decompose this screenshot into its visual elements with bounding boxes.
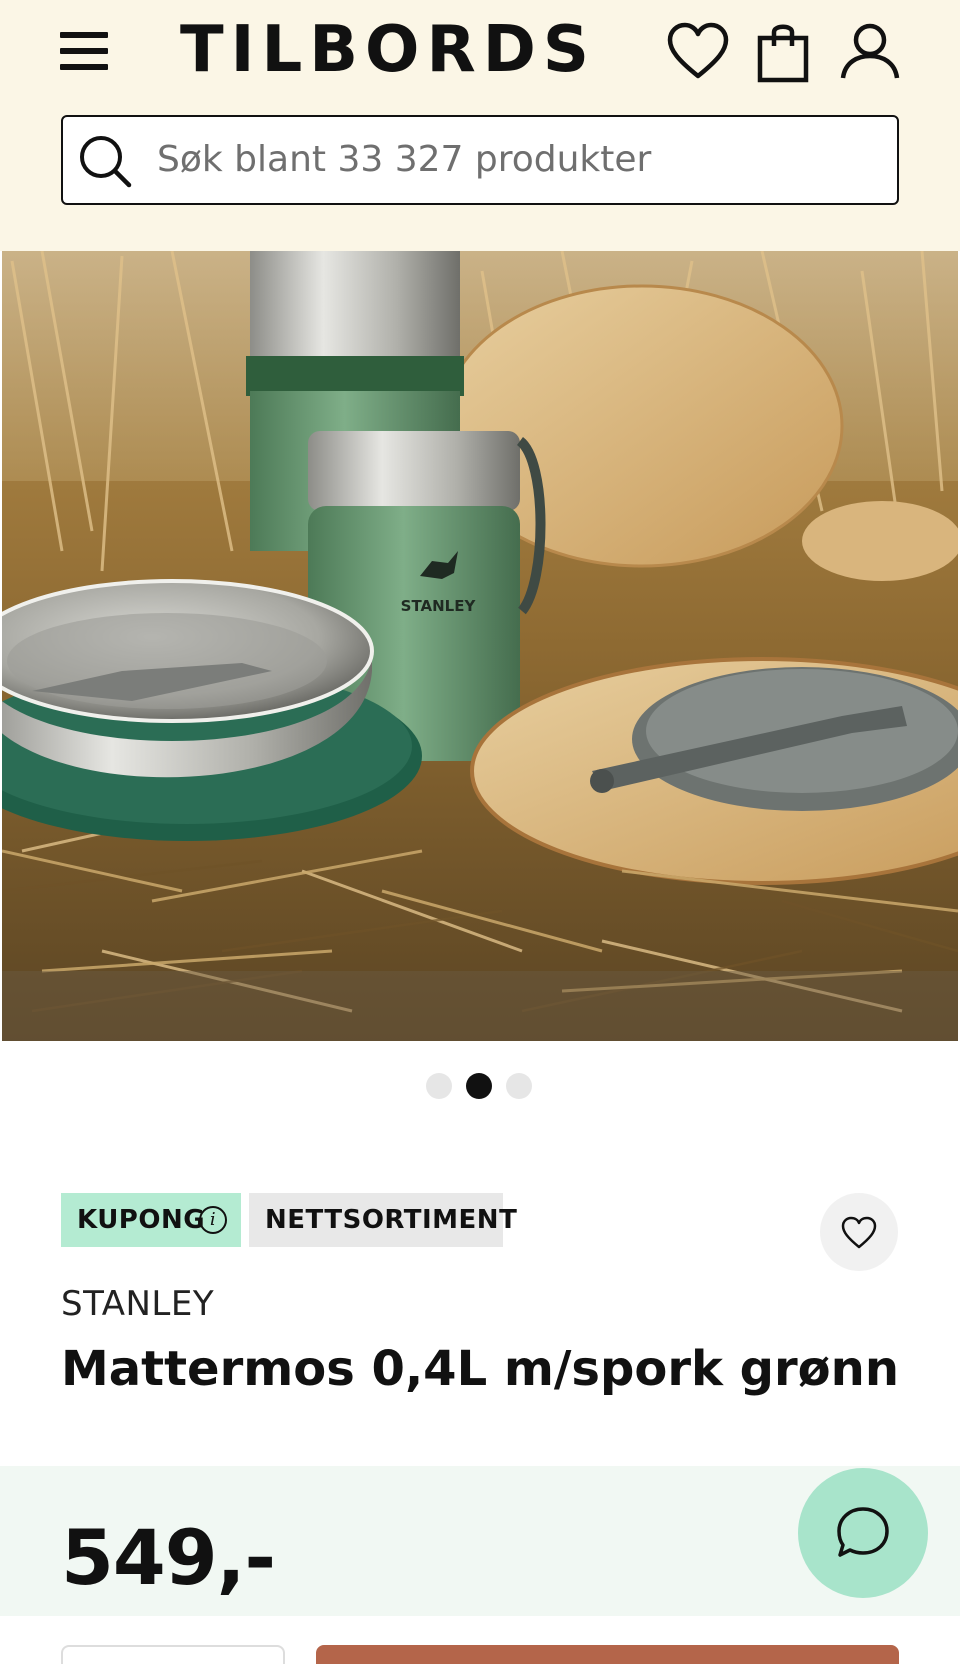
online-assortment-label: NETTSORTIMENT	[265, 1205, 518, 1235]
menu-icon-bar	[60, 64, 108, 70]
shopping-bag-icon	[757, 24, 809, 83]
carousel-dot-3[interactable]	[506, 1073, 532, 1099]
add-to-wishlist-button[interactable]	[820, 1193, 898, 1271]
coupon-badge[interactable]: KUPONG i	[61, 1193, 241, 1247]
chat-button[interactable]	[798, 1468, 928, 1598]
product-photo: STANLEY	[2, 251, 958, 1041]
product-brand[interactable]: STANLEY	[61, 1284, 214, 1324]
search-input[interactable]	[157, 117, 877, 202]
heart-icon	[841, 1216, 877, 1249]
online-assortment-badge: NETTSORTIMENT	[249, 1193, 517, 1247]
product-image[interactable]: STANLEY	[2, 251, 958, 1041]
menu-icon-bar	[60, 32, 108, 38]
search-icon	[80, 136, 132, 188]
search-bar[interactable]	[61, 115, 899, 205]
heart-icon	[667, 22, 729, 79]
carousel-dot-2-active[interactable]	[466, 1073, 492, 1099]
svg-text:STANLEY: STANLEY	[401, 597, 477, 615]
coupon-badge-label: KUPONG	[77, 1205, 206, 1235]
product-title: Mattermos 0,4L m/spork grønn	[61, 1341, 899, 1397]
carousel-dot-1[interactable]	[426, 1073, 452, 1099]
site-logo[interactable]: TILBORDS	[180, 12, 596, 88]
menu-button[interactable]	[58, 28, 110, 74]
add-to-cart-button[interactable]	[316, 1645, 899, 1664]
chat-bubble-icon	[837, 1507, 889, 1557]
site-header: TILBORDS	[0, 0, 960, 251]
user-icon	[840, 23, 900, 79]
info-icon[interactable]: i	[199, 1206, 227, 1234]
quantity-selector[interactable]	[61, 1645, 285, 1664]
menu-icon-bar	[60, 48, 108, 54]
account-button[interactable]	[838, 20, 902, 84]
favorites-button[interactable]	[666, 20, 730, 84]
cart-button[interactable]	[752, 20, 816, 84]
product-price: 549,-	[61, 1513, 276, 1602]
